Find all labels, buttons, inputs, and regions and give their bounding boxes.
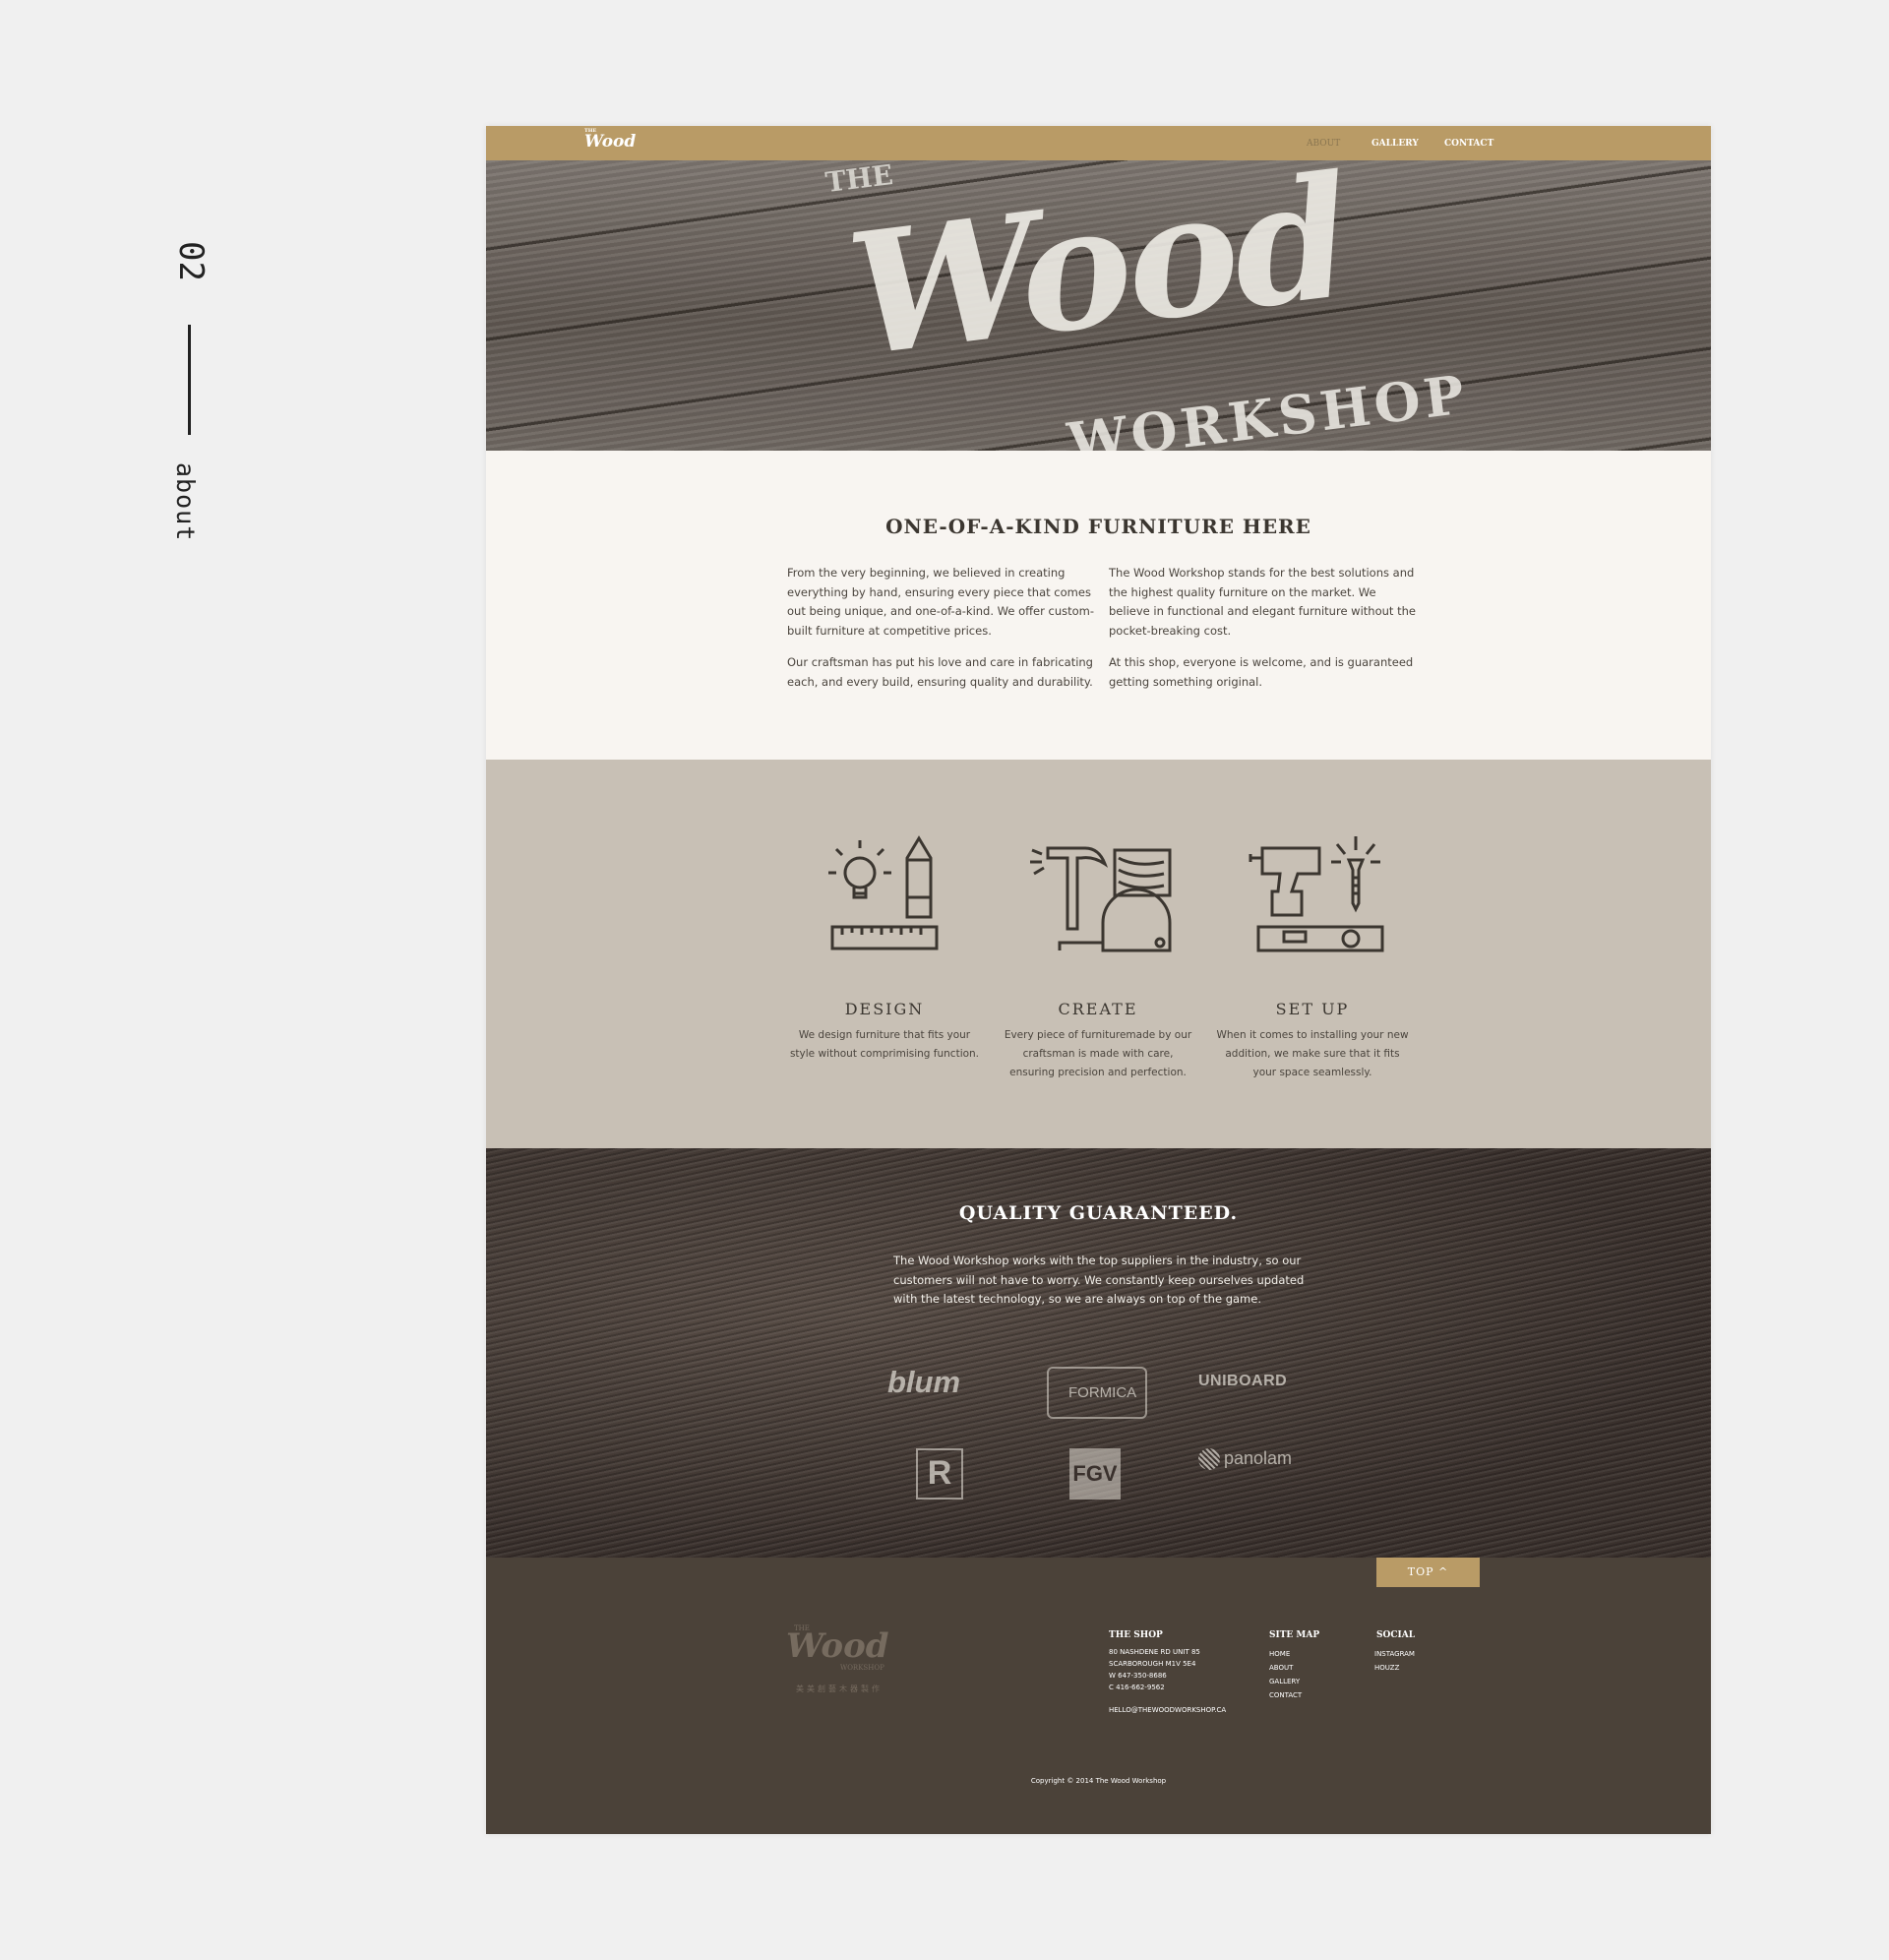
service-create: CREATE Every piece of furnituremade by o… xyxy=(1000,828,1196,1082)
website-mockup: THE Wood ABOUT GALLERY CONTACT THE Wood … xyxy=(486,126,1711,1834)
quality-section: QUALITY GUARANTEED. The Wood Workshop wo… xyxy=(486,1148,1711,1558)
intro-section: ONE-OF-A-KIND FURNITURE HERE From the ve… xyxy=(486,451,1711,760)
service-desc: When it comes to installing your new add… xyxy=(1216,1029,1409,1078)
intro-right-column: The Wood Workshop stands for the best so… xyxy=(1109,564,1420,704)
intro-paragraph: From the very beginning, we believed in … xyxy=(787,566,1095,638)
service-design: DESIGN We design furniture that fits you… xyxy=(786,828,983,1064)
nav-logo-the: THE xyxy=(584,128,597,134)
nav-logo[interactable]: THE Wood xyxy=(584,128,637,152)
footer-link-about[interactable]: ABOUT xyxy=(1269,1664,1293,1672)
service-title: CREATE xyxy=(1058,1000,1138,1018)
footer-link-home[interactable]: HOME xyxy=(1269,1650,1290,1658)
footer-link-instagram[interactable]: INSTAGRAM xyxy=(1374,1650,1415,1658)
hero-banner: THE Wood WORKSHOP xyxy=(486,160,1711,451)
footer-social-heading: SOCIAL xyxy=(1376,1630,1416,1640)
footer-shop-heading: THE SHOP xyxy=(1109,1630,1163,1640)
nav-about[interactable]: ABOUT xyxy=(1307,139,1340,149)
uniboard-logo: UNIBOARD xyxy=(1198,1373,1288,1389)
service-title: DESIGN xyxy=(844,1000,925,1018)
fgv-logo: FGV xyxy=(1069,1448,1121,1500)
footer-phone-work: W 647-350-8686 xyxy=(1109,1672,1167,1680)
panolam-logo: panolam xyxy=(1198,1448,1292,1470)
nav-gallery[interactable]: GALLERY xyxy=(1371,139,1419,149)
intro-paragraph: The Wood Workshop stands for the best so… xyxy=(1109,566,1416,638)
footer-link-contact[interactable]: CONTACT xyxy=(1269,1691,1302,1699)
intro-paragraph: At this shop, everyone is welcome, and i… xyxy=(1109,655,1414,689)
intro-title: ONE-OF-A-KIND FURNITURE HERE xyxy=(885,515,1311,538)
quality-title: QUALITY GUARANTEED. xyxy=(958,1202,1239,1224)
quality-text: The Wood Workshop works with the top sup… xyxy=(893,1254,1305,1306)
footer: TOP ^ THE Wood WORKSHOP 美美創藝木器製作 THE SHO… xyxy=(486,1558,1711,1834)
footer-logo-workshop: WORKSHOP xyxy=(840,1664,884,1672)
intro-left-column: From the very beginning, we believed in … xyxy=(787,564,1098,704)
section-number: 02 xyxy=(171,241,211,281)
nav-logo-text: Wood xyxy=(584,132,637,152)
footer-logo-chinese: 美美創藝木器製作 xyxy=(796,1684,883,1693)
footer-sitemap-heading: SITE MAP xyxy=(1269,1630,1320,1640)
top-nav: THE Wood ABOUT GALLERY CONTACT xyxy=(486,126,1711,160)
nav-contact[interactable]: CONTACT xyxy=(1444,139,1493,149)
copyright-text: Copyright © 2014 The Wood Workshop xyxy=(1030,1777,1167,1785)
footer-address-line: SCARBOROUGH M1V 5E4 xyxy=(1109,1660,1196,1668)
footer-link-gallery[interactable]: GALLERY xyxy=(1269,1678,1300,1685)
footer-email-link[interactable]: HELLO@THEWOODWORKSHOP.CA xyxy=(1109,1706,1226,1714)
footer-address-line: 80 NASHDENE RD UNIT 85 xyxy=(1109,1648,1200,1656)
footer-link-houzz[interactable]: HOUZZ xyxy=(1374,1664,1399,1672)
section-divider xyxy=(188,325,191,435)
formica-logo: FORMICA xyxy=(1047,1367,1147,1419)
r-brand-logo: R xyxy=(916,1448,963,1500)
service-desc: We design furniture that fits your style… xyxy=(789,1029,980,1060)
blum-logo: blum xyxy=(887,1365,961,1399)
footer-phone-cell: C 416-662-9562 xyxy=(1109,1684,1165,1691)
services-section: DESIGN We design furniture that fits you… xyxy=(486,760,1711,1148)
service-desc: Every piece of furnituremade by our craf… xyxy=(1004,1029,1192,1078)
back-to-top-button[interactable]: TOP ^ xyxy=(1376,1558,1480,1587)
intro-paragraph: Our craftsman has put his love and care … xyxy=(787,655,1093,689)
service-title: SET UP xyxy=(1275,1000,1350,1018)
footer-logo: Wood xyxy=(786,1626,889,1666)
service-setup: SET UP When it comes to installing your … xyxy=(1214,828,1411,1082)
create-tools-icon xyxy=(1030,846,1172,952)
setup-tools-icon xyxy=(1249,836,1384,952)
section-label: about xyxy=(171,462,200,542)
design-tools-icon xyxy=(828,835,939,950)
